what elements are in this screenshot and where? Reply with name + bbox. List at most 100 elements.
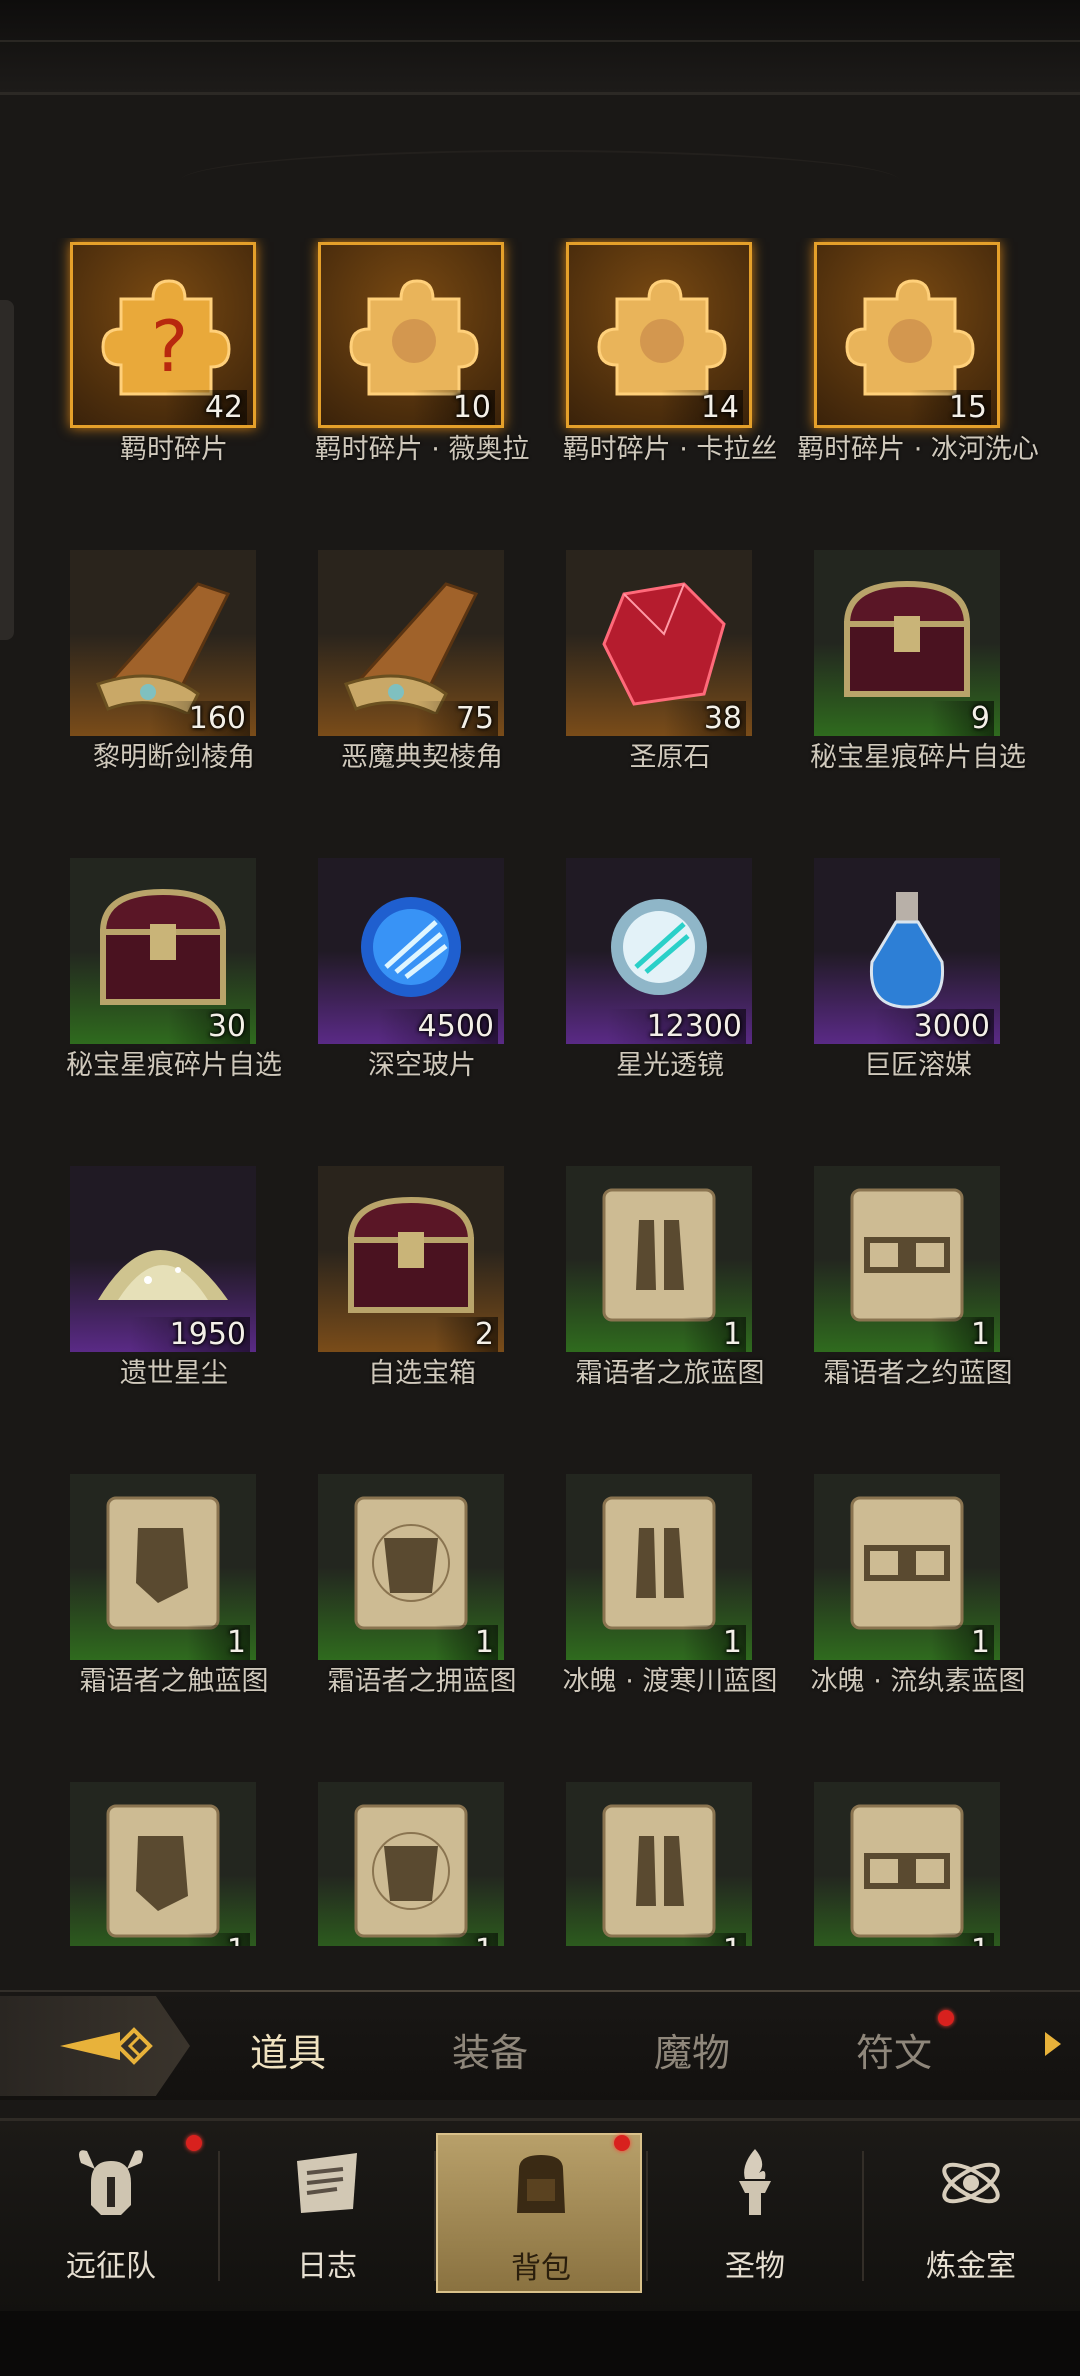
item-tile[interactable]: 15 xyxy=(814,242,1000,428)
item-name: 冰魄 · 流纨素蓝图 xyxy=(810,1666,1026,1697)
tab-equipment[interactable]: 装备 xyxy=(452,2022,528,2077)
inventory-item[interactable]: 1 霜语者之触蓝图 xyxy=(48,1470,300,1770)
item-count: 4500 xyxy=(377,1009,498,1044)
item-name: 霜语者之拥蓝图 xyxy=(327,1666,517,1697)
nav-alchemy[interactable]: 炼金室 xyxy=(868,2133,1074,2293)
inventory-item[interactable]: 1 xyxy=(48,1778,300,1946)
item-tile[interactable]: 38 xyxy=(566,550,752,736)
item-tile[interactable]: 3000 xyxy=(814,858,1000,1044)
inventory-item[interactable]: 38 圣原石 xyxy=(544,546,796,846)
journal-scroll-icon xyxy=(297,2153,357,2213)
tab-bar-divider xyxy=(230,1990,990,1992)
item-tile[interactable]: 2 xyxy=(318,1166,504,1352)
nav-journal[interactable]: 日志 xyxy=(224,2133,430,2293)
inventory-item[interactable]: 2 自选宝箱 xyxy=(296,1162,548,1462)
item-tile[interactable]: 160 xyxy=(70,550,256,736)
tab-scroll-right-icon[interactable] xyxy=(1045,2032,1061,2056)
inventory-tab-bar: 道具 装备 魔物 符文 xyxy=(0,1990,1080,2100)
inventory-item[interactable]: 1 xyxy=(544,1778,796,1946)
item-count: 75 xyxy=(415,701,498,736)
item-name: 霜语者之旅蓝图 xyxy=(575,1358,765,1389)
blueprint-scroll-belt-icon xyxy=(850,1804,964,1938)
item-tile[interactable]: ? 42 xyxy=(70,242,256,428)
item-tile[interactable]: 14 xyxy=(566,242,752,428)
nav-divider xyxy=(862,2151,864,2281)
treasure-chest-icon xyxy=(843,580,971,697)
sword-shard-icon xyxy=(344,582,479,714)
blue-orb-icon xyxy=(361,897,461,997)
item-name: 秘宝星痕碎片自选 xyxy=(810,742,1026,773)
item-name: 遗世星尘 xyxy=(120,1358,228,1389)
inventory-item[interactable]: 75 恶魔典契棱角 xyxy=(296,546,548,846)
inventory-item[interactable]: 160 黎明断剑棱角 xyxy=(48,546,300,846)
blueprint-scroll-belt-icon xyxy=(850,1496,964,1630)
item-tile[interactable]: 1 xyxy=(70,1782,256,1946)
item-tile[interactable]: 1 xyxy=(318,1474,504,1660)
item-count: 160 xyxy=(148,701,250,736)
item-tile[interactable]: 12300 xyxy=(566,858,752,1044)
nav-alchemy-label: 炼金室 xyxy=(926,2249,1016,2284)
item-name: 冰魄 · 渡寒川蓝图 xyxy=(562,1666,778,1697)
inventory-item[interactable]: 9 秘宝星痕碎片自选 xyxy=(792,546,1044,846)
inventory-item[interactable]: 1 xyxy=(296,1778,548,1946)
inventory-item[interactable]: 1 霜语者之旅蓝图 xyxy=(544,1162,796,1462)
item-tile[interactable]: 1 xyxy=(814,1166,1000,1352)
inventory-item[interactable]: 1 霜语者之拥蓝图 xyxy=(296,1470,548,1770)
inventory-item[interactable]: 30 秘宝星痕碎片自选 xyxy=(48,854,300,1154)
back-button[interactable] xyxy=(0,1996,190,2096)
inventory-item[interactable]: 3000 巨匠溶媒 xyxy=(792,854,1044,1154)
item-tile[interactable]: 1 xyxy=(566,1166,752,1352)
inventory-item[interactable]: 1 xyxy=(792,1778,1044,1946)
item-tile[interactable]: 1 xyxy=(566,1474,752,1660)
item-tile[interactable]: 30 xyxy=(70,858,256,1044)
item-count: 1 xyxy=(434,1933,498,1946)
bottom-navigation: 远征队 日志 背包 圣物 炼金室 xyxy=(0,2118,1080,2376)
torch-relic-icon xyxy=(739,2149,771,2215)
puzzle-piece-portrait-icon xyxy=(845,279,975,396)
item-count: 1 xyxy=(682,1933,746,1946)
item-tile[interactable]: 10 xyxy=(318,242,504,428)
item-name: 恶魔典契棱角 xyxy=(341,742,503,773)
item-count: 12300 xyxy=(606,1009,746,1044)
item-count: 38 xyxy=(663,701,746,736)
inventory-item[interactable]: 14 羁时碎片 · 卡拉丝 xyxy=(544,238,796,538)
item-tile[interactable]: 1 xyxy=(566,1782,752,1946)
nav-backpack[interactable]: 背包 xyxy=(436,2133,642,2293)
inventory-item[interactable]: 1 冰魄 · 流纨素蓝图 xyxy=(792,1470,1044,1770)
inventory-item[interactable]: 4500 深空玻片 xyxy=(296,854,548,1154)
tab-runes[interactable]: 符文 xyxy=(856,2022,932,2077)
blueprint-scroll-gloves-icon xyxy=(106,1804,220,1938)
side-drawer-handle[interactable] xyxy=(0,300,14,640)
backpack-icon xyxy=(517,2155,565,2213)
backpack-notification-badge xyxy=(614,2135,630,2151)
sword-shard-icon xyxy=(96,582,231,714)
inventory-item[interactable]: 10 羁时碎片 · 薇奥拉 xyxy=(296,238,548,538)
item-name: 羁时碎片 · 卡拉丝 xyxy=(562,434,778,465)
inventory-item[interactable]: 1 冰魄 · 渡寒川蓝图 xyxy=(544,1470,796,1770)
item-tile[interactable]: 75 xyxy=(318,550,504,736)
item-tile[interactable]: 4500 xyxy=(318,858,504,1044)
item-tile[interactable]: 9 xyxy=(814,550,1000,736)
inventory-item[interactable]: 12300 星光透镜 xyxy=(544,854,796,1154)
inventory-item[interactable]: 15 羁时碎片 · 冰河洗心 xyxy=(792,238,1044,538)
inventory-item[interactable]: 1950 遗世星尘 xyxy=(48,1162,300,1462)
inventory-item[interactable]: 1 霜语者之约蓝图 xyxy=(792,1162,1044,1462)
tab-monsters[interactable]: 魔物 xyxy=(654,2022,730,2077)
item-name: 巨匠溶媒 xyxy=(864,1050,972,1081)
item-tile[interactable]: 1950 xyxy=(70,1166,256,1352)
nav-divider xyxy=(646,2151,648,2281)
nav-expedition-label: 远征队 xyxy=(66,2249,156,2284)
nav-expedition[interactable]: 远征队 xyxy=(8,2133,214,2293)
item-tile[interactable]: 1 xyxy=(318,1782,504,1946)
item-count: 1950 xyxy=(129,1317,250,1352)
tab-items[interactable]: 道具 xyxy=(250,2022,326,2077)
item-tile[interactable]: 1 xyxy=(814,1782,1000,1946)
item-tile[interactable]: 1 xyxy=(70,1474,256,1660)
stardust-pile-icon xyxy=(98,1250,228,1300)
viking-helmet-icon xyxy=(79,2150,143,2215)
inventory-item[interactable]: ? 42 羁时碎片 xyxy=(48,238,300,538)
nav-relics[interactable]: 圣物 xyxy=(652,2133,858,2293)
blueprint-scroll-armor-icon xyxy=(354,1804,468,1938)
item-tile[interactable]: 1 xyxy=(814,1474,1000,1660)
item-count: 1 xyxy=(930,1933,994,1946)
